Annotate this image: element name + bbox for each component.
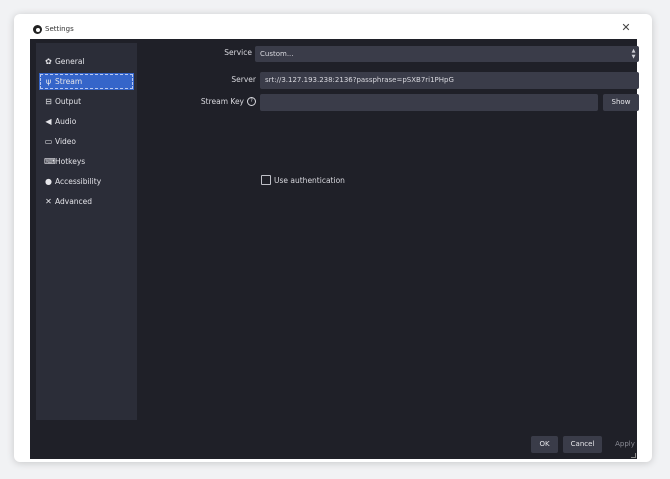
window-title: Settings <box>45 25 74 33</box>
settings-content: ✿ General ψ Stream ⊟ Output ◀ Audio ▭ Vi… <box>30 39 639 459</box>
sidebar-item-label: Advanced <box>55 197 93 206</box>
tools-icon: ✕ <box>45 197 52 206</box>
keyboard-icon: ⌨ <box>44 157 56 166</box>
output-icon: ⊟ <box>45 97 52 106</box>
sidebar-item-label: General <box>55 57 85 66</box>
help-icon[interactable]: ? <box>247 97 256 106</box>
server-input[interactable]: srt://3.127.193.238:2136?passphrase=pSXB… <box>260 72 639 89</box>
antenna-icon: ψ <box>45 77 52 86</box>
sidebar-item-label: Output <box>55 97 82 106</box>
sidebar-item-output[interactable]: ⊟ Output <box>39 93 134 110</box>
sidebar-item-general[interactable]: ✿ General <box>39 53 134 70</box>
obs-logo-icon <box>33 25 42 34</box>
sidebar-item-audio[interactable]: ◀ Audio <box>39 113 134 130</box>
service-dropdown[interactable]: Custom... ▲ ▼ <box>255 46 639 62</box>
ok-button[interactable]: OK <box>531 436 558 453</box>
settings-window: Settings ✕ ✿ General ψ Stream ⊟ Output ◀… <box>14 14 652 462</box>
gear-icon: ✿ <box>45 57 52 66</box>
cancel-button[interactable]: Cancel <box>563 436 602 453</box>
stream-key-label: Stream Key <box>200 97 244 106</box>
sidebar-item-label: Audio <box>55 117 77 126</box>
speaker-icon: ◀ <box>45 117 52 126</box>
sidebar-item-stream[interactable]: ψ Stream <box>39 73 134 90</box>
sidebar-item-label: Accessibility <box>55 177 102 186</box>
accessibility-icon: ● <box>45 177 52 186</box>
sidebar-item-hotkeys[interactable]: ⌨ Hotkeys <box>39 153 134 170</box>
sidebar-item-label: Video <box>55 137 77 146</box>
use-authentication-checkbox[interactable] <box>261 175 271 185</box>
stream-key-input[interactable] <box>260 94 598 111</box>
monitor-icon: ▭ <box>44 137 53 146</box>
sidebar-item-video[interactable]: ▭ Video <box>39 133 134 150</box>
sidebar-item-label: Hotkeys <box>55 157 86 166</box>
server-label: Server <box>231 75 256 84</box>
server-value: srt://3.127.193.238:2136?passphrase=pSXB… <box>265 76 454 84</box>
service-label: Service <box>224 48 252 57</box>
sidebar-item-label: Stream <box>55 77 83 86</box>
service-value: Custom... <box>260 50 294 58</box>
apply-button[interactable]: Apply <box>607 436 643 453</box>
resize-grip-icon[interactable] <box>631 453 636 458</box>
show-button[interactable]: Show <box>603 94 639 111</box>
sidebar-item-advanced[interactable]: ✕ Advanced <box>39 193 134 210</box>
combo-arrows-icon: ▲ ▼ <box>631 48 636 60</box>
use-authentication-label: Use authentication <box>274 176 345 185</box>
settings-sidebar: ✿ General ψ Stream ⊟ Output ◀ Audio ▭ Vi… <box>36 43 137 420</box>
sidebar-item-accessibility[interactable]: ● Accessibility <box>39 173 134 190</box>
close-icon[interactable]: ✕ <box>619 21 633 35</box>
